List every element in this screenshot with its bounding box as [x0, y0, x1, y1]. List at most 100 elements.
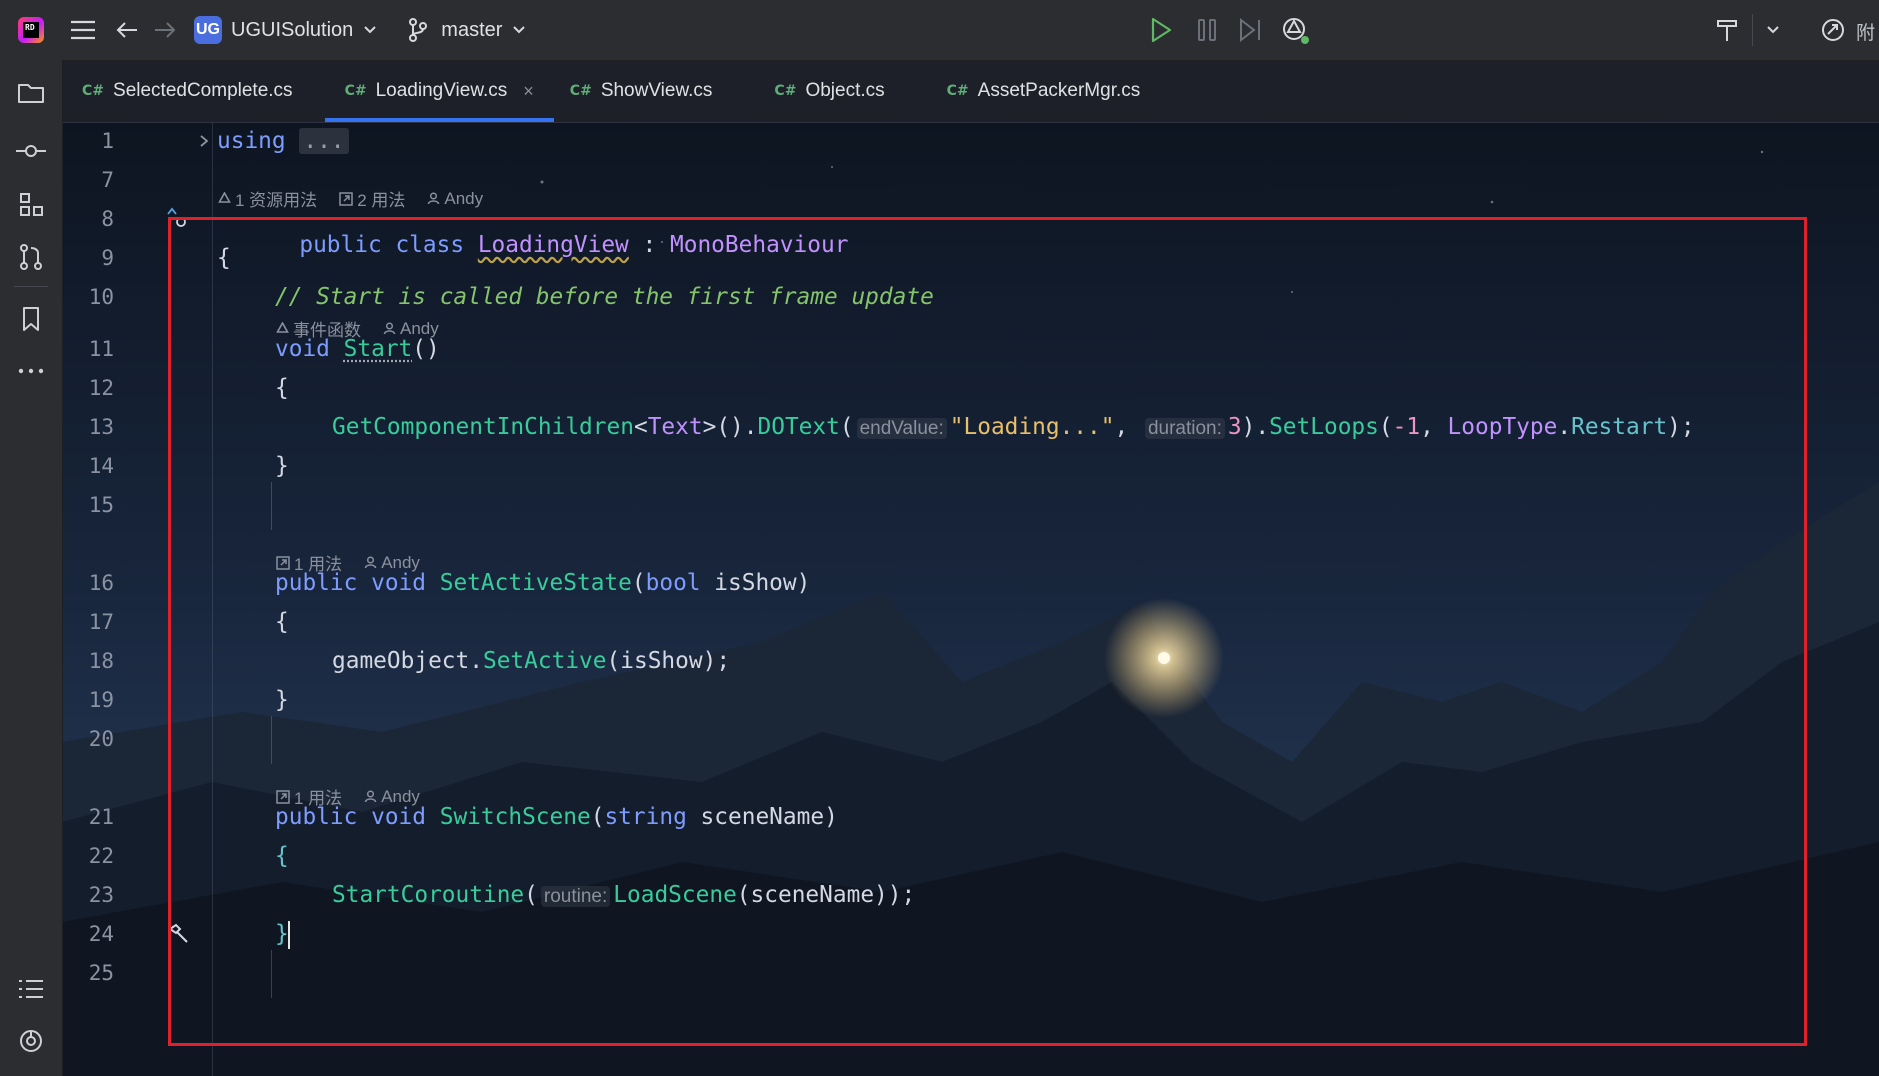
step-icon[interactable]	[1236, 15, 1266, 45]
chevron-down-icon[interactable]	[355, 15, 385, 45]
string-literal: "Loading..."	[949, 414, 1115, 440]
structure-icon[interactable]	[16, 190, 46, 220]
code-line[interactable]: 13 GetComponentInChildren<Text>().DOText…	[62, 408, 1879, 447]
services-icon[interactable]	[16, 1026, 46, 1056]
code-token: }	[275, 687, 289, 713]
code-token: (sceneName));	[736, 882, 916, 908]
activity-bar	[0, 60, 63, 1076]
back-arrow-icon[interactable]	[112, 15, 142, 45]
line-number: 9	[101, 246, 114, 270]
unity-attach-icon[interactable]	[1280, 15, 1310, 45]
line-number: 15	[88, 493, 114, 517]
method-name[interactable]: GetComponentInChildren	[332, 414, 634, 440]
tab-showview[interactable]: C# ShowView.cs	[550, 60, 733, 122]
code-line[interactable]: 19 }	[62, 681, 1879, 720]
code-token: (	[839, 414, 854, 440]
code-line[interactable]: 18 gameObject.SetActive(isShow);	[62, 642, 1879, 681]
code-line[interactable]: 11 void Start()	[62, 330, 1879, 369]
code-token: ()	[412, 336, 440, 362]
code-editor[interactable]: 1 using ... 7 1 资源用法 2 用法 Andy 8 public …	[62, 122, 1879, 1076]
more-icon[interactable]	[16, 356, 46, 386]
line-number: 11	[88, 337, 114, 361]
code-line[interactable]: 23 StartCoroutine(routine: LoadScene(scen…	[62, 876, 1879, 915]
rider-logo-icon[interactable]: RD	[18, 17, 44, 43]
code-line[interactable]: 21 public void SwitchScene(string sceneN…	[62, 798, 1879, 837]
line-number: 18	[88, 649, 114, 673]
method-name[interactable]: SetLoops	[1269, 414, 1379, 440]
tab-assetpackermgr[interactable]: C# AssetPackerMgr.cs	[927, 60, 1161, 122]
main-menu-icon[interactable]	[68, 15, 98, 45]
method-name[interactable]: SwitchScene	[440, 804, 591, 830]
code-token: .	[1557, 414, 1572, 440]
code-token: (	[524, 882, 538, 908]
folded-region[interactable]: ...	[299, 128, 349, 154]
pause-icon[interactable]	[1192, 15, 1222, 45]
todo-list-icon[interactable]	[16, 974, 46, 1004]
close-tab-icon[interactable]: ×	[523, 81, 534, 102]
toolbar-cut-label[interactable]: 附	[1856, 18, 1875, 45]
code-line[interactable]: 8 public class LoadingView : MonoBehavio…	[62, 200, 1879, 258]
build-hammer-icon[interactable]	[1712, 15, 1742, 45]
csharp-file-icon: C#	[946, 83, 969, 99]
code-line[interactable]: 24 }	[62, 915, 1879, 954]
code-line[interactable]: 22 {	[62, 837, 1879, 876]
tab-label: LoadingView.cs	[375, 80, 508, 101]
tab-selectedcomplete[interactable]: C# SelectedComplete.cs	[62, 60, 313, 122]
line-number: 14	[88, 454, 114, 478]
forward-arrow-icon[interactable]	[150, 15, 180, 45]
git-branch-icon[interactable]	[403, 15, 433, 45]
tab-object[interactable]: C# Object.cs	[754, 60, 904, 122]
type-name[interactable]: LoopType	[1448, 414, 1558, 440]
method-name[interactable]: SetActiveState	[440, 570, 632, 596]
enum-value[interactable]: Restart	[1571, 414, 1667, 440]
hammer-gutter-icon[interactable]	[166, 923, 190, 947]
text-caret	[288, 921, 290, 949]
line-number: 16	[88, 571, 114, 595]
code-line[interactable]: 20	[62, 720, 1879, 759]
run-play-icon[interactable]	[1146, 15, 1176, 45]
code-line[interactable]: 12 {	[62, 369, 1879, 408]
line-number: 20	[88, 727, 114, 751]
editor-tab-bar: C# SelectedComplete.cs C# LoadingView.cs…	[62, 60, 1879, 123]
code-line[interactable]: 17 {	[62, 603, 1879, 642]
code-token: (	[590, 804, 605, 830]
line-number: 1	[101, 129, 114, 153]
code-line[interactable]: 16 public void SetActiveState(bool isSho…	[62, 564, 1879, 603]
code-token: void	[275, 336, 330, 362]
tab-loadingview[interactable]: C# LoadingView.cs ×	[324, 60, 555, 122]
method-name[interactable]: StartCoroutine	[332, 882, 524, 908]
code-token: using	[217, 128, 286, 154]
implemented-gutter-icon[interactable]	[166, 206, 188, 230]
project-badge[interactable]: UG	[194, 16, 222, 44]
code-token: public	[275, 804, 358, 830]
parameter-name: sceneName)	[700, 804, 838, 830]
code-token: (	[631, 570, 646, 596]
code-token: {	[275, 609, 289, 635]
title-bar: RD UG UGUISolution master 附	[0, 0, 1879, 61]
method-name[interactable]: LoadScene	[613, 882, 737, 908]
branch-chevron-down-icon[interactable]	[504, 15, 534, 45]
tab-label: ShowView.cs	[600, 80, 713, 101]
parameter-hint: routine:	[540, 886, 611, 907]
code-line[interactable]: 14 }	[62, 447, 1879, 486]
commit-icon[interactable]	[16, 136, 46, 166]
code-line[interactable]: 1 using ...	[62, 122, 1879, 161]
branch-name[interactable]: master	[441, 19, 502, 42]
build-options-chevron-icon[interactable]	[1758, 15, 1788, 45]
type-name[interactable]: Text	[648, 414, 703, 440]
project-folder-icon[interactable]	[16, 78, 46, 108]
project-name[interactable]: UGUISolution	[231, 19, 353, 42]
method-name[interactable]: SetActive	[483, 648, 607, 674]
code-line[interactable]: 9 {	[62, 239, 1879, 278]
method-name[interactable]: DOText	[758, 414, 840, 440]
pull-request-icon[interactable]	[16, 242, 46, 272]
bookmarks-icon[interactable]	[16, 304, 46, 334]
attach-debugger-icon[interactable]	[1818, 15, 1848, 45]
code-token: bool	[645, 570, 701, 596]
code-token: gameObject	[332, 648, 470, 674]
method-name[interactable]: Start	[344, 336, 413, 362]
number-literal: -1	[1392, 414, 1421, 440]
fold-expand-icon[interactable]	[198, 134, 210, 148]
code-line[interactable]: 25	[62, 954, 1879, 993]
code-line[interactable]: 15	[62, 486, 1879, 525]
